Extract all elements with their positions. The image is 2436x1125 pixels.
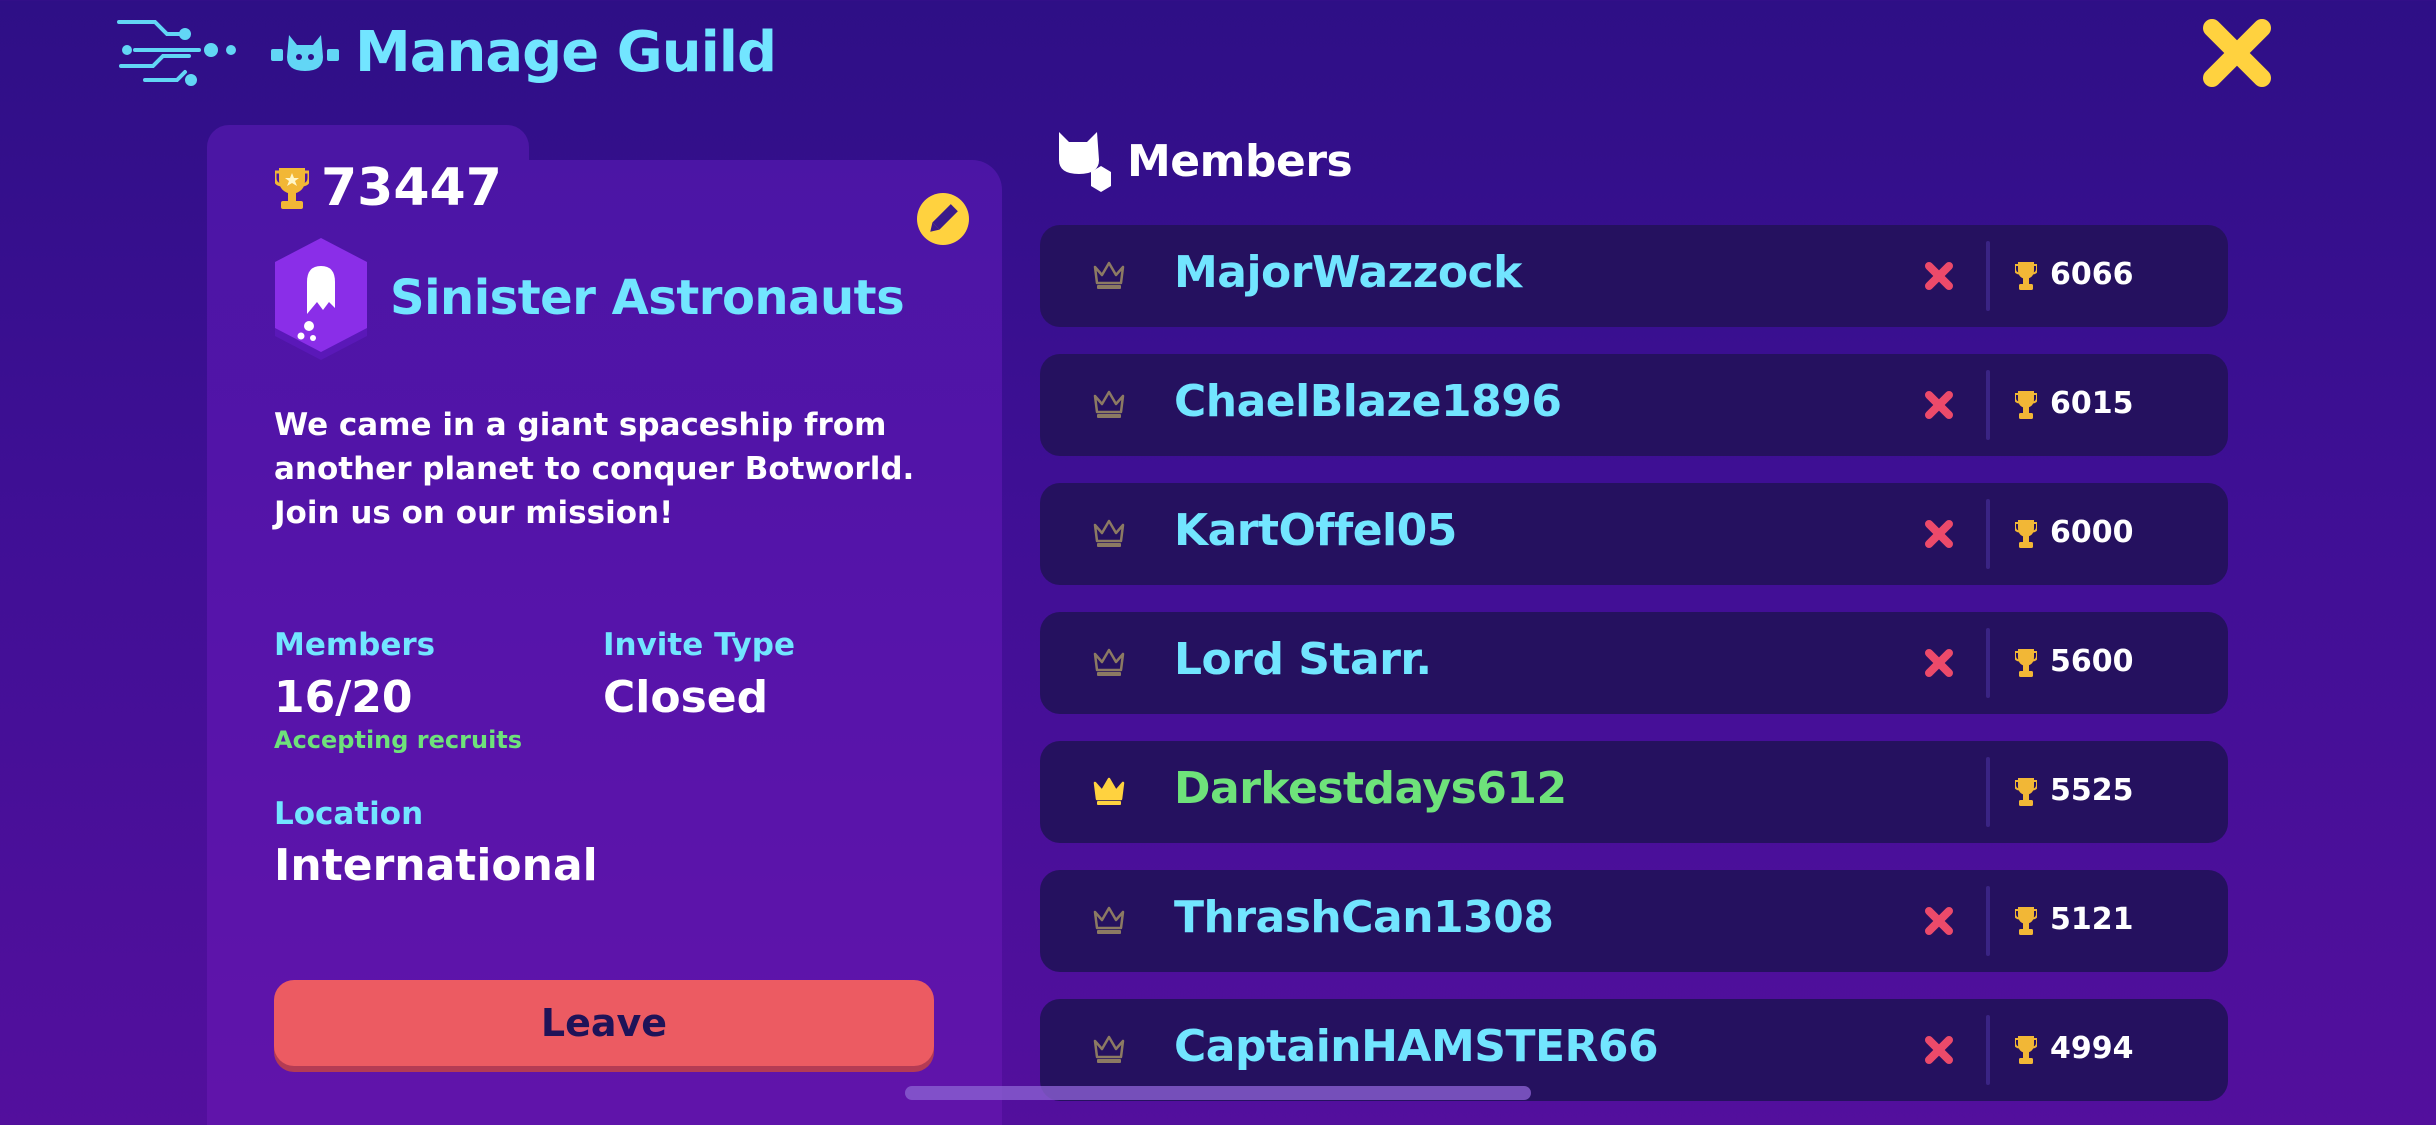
members-title: Members — [1127, 135, 1353, 187]
member-trophies: 6000 — [2050, 515, 2134, 550]
crown-icon — [1093, 390, 1125, 418]
members-header: Members — [1055, 128, 1353, 194]
members-status: Accepting recruits — [274, 726, 523, 754]
member-trophies: 5121 — [2050, 902, 2134, 937]
member-name: KartOffel05 — [1174, 505, 1457, 556]
trophy-icon — [2015, 262, 2037, 290]
page-title: Manage Guild — [355, 19, 777, 85]
row-divider — [1986, 757, 1990, 827]
crown-icon — [1093, 261, 1125, 289]
members-stat-value: 16/20 — [274, 672, 413, 723]
guild-badge-icon — [275, 238, 367, 360]
trophy-icon — [2015, 1036, 2037, 1064]
header: Manage Guild — [115, 12, 777, 92]
row-divider — [1986, 370, 1990, 440]
trophy-icon — [2015, 649, 2037, 677]
row-divider — [1986, 628, 1990, 698]
member-name: ThrashCan1308 — [1174, 892, 1554, 943]
member-trophies: 6066 — [2050, 257, 2134, 292]
crown-icon — [1093, 906, 1125, 934]
row-divider — [1986, 241, 1990, 311]
member-row[interactable]: MajorWazzock 6066 — [1040, 225, 2228, 327]
row-divider — [1986, 1015, 1990, 1085]
member-trophies: 4994 — [2050, 1031, 2134, 1066]
member-trophies: 5600 — [2050, 644, 2134, 679]
kick-member-icon[interactable] — [1924, 1035, 1954, 1065]
location-value: International — [274, 840, 598, 891]
members-stat-label: Members — [274, 627, 436, 663]
trophy-icon — [2015, 391, 2037, 419]
member-row[interactable]: KartOffel05 6000 — [1040, 483, 2228, 585]
location-label: Location — [274, 796, 424, 832]
close-icon[interactable] — [2198, 14, 2276, 92]
trophy-icon — [2015, 520, 2037, 548]
scroll-indicator[interactable] — [905, 1086, 1531, 1100]
back-lines-icon[interactable] — [115, 16, 245, 88]
invite-type-label: Invite Type — [603, 627, 795, 663]
kick-member-icon[interactable] — [1924, 906, 1954, 936]
row-divider — [1986, 499, 1990, 569]
kick-member-icon[interactable] — [1924, 519, 1954, 549]
member-name: MajorWazzock — [1174, 247, 1522, 298]
crown-icon — [1093, 777, 1125, 805]
kick-member-icon[interactable] — [1924, 261, 1954, 291]
member-row[interactable]: ChaelBlaze1896 6015 — [1040, 354, 2228, 456]
member-name: Lord Starr. — [1174, 634, 1432, 685]
invite-type-value: Closed — [603, 672, 769, 723]
member-row[interactable]: Darkestdays612 5525 — [1040, 741, 2228, 843]
member-trophies: 6015 — [2050, 386, 2134, 421]
member-name: CaptainHAMSTER66 — [1174, 1021, 1659, 1072]
guild-trophy-row: 73447 — [275, 158, 502, 218]
row-divider — [1986, 886, 1990, 956]
member-name: ChaelBlaze1896 — [1174, 376, 1562, 427]
cat-guild-icon — [271, 35, 339, 71]
kick-member-icon[interactable] — [1924, 390, 1954, 420]
crown-icon — [1093, 1035, 1125, 1063]
trophy-icon — [275, 168, 309, 209]
kick-member-icon[interactable] — [1924, 648, 1954, 678]
member-name: Darkestdays612 — [1174, 763, 1567, 814]
member-trophies: 5525 — [2050, 773, 2134, 808]
trophy-icon — [2015, 778, 2037, 806]
crown-icon — [1093, 648, 1125, 676]
member-row[interactable]: Lord Starr. 5600 — [1040, 612, 2228, 714]
guild-name: Sinister Astronauts — [390, 270, 905, 326]
member-row[interactable]: ThrashCan1308 5121 — [1040, 870, 2228, 972]
leave-button[interactable]: Leave — [274, 980, 934, 1066]
guild-description: We came in a giant spaceship from anothe… — [274, 407, 915, 531]
edit-pencil-icon[interactable] — [917, 193, 969, 245]
trophy-icon — [2015, 907, 2037, 935]
members-icon — [1059, 132, 1111, 192]
crown-icon — [1093, 519, 1125, 547]
guild-trophy-count: 73447 — [321, 158, 502, 218]
